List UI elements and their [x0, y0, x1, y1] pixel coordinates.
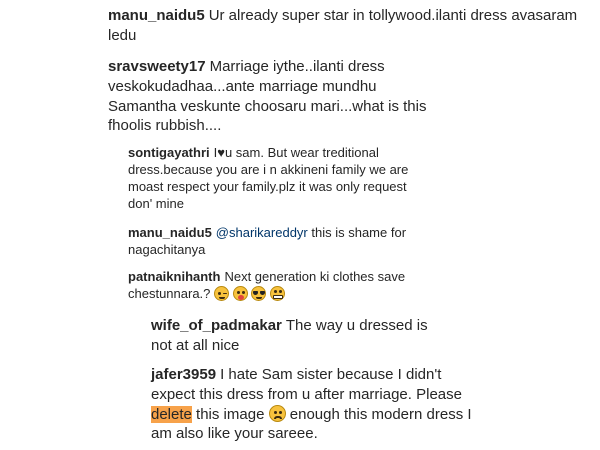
wink-emoji-icon	[214, 286, 230, 302]
tongue-emoji-icon	[232, 286, 248, 302]
comment-5: patnaiknihanth Next generation ki clothes…	[128, 268, 428, 302]
sad-emoji-icon	[268, 404, 286, 422]
comment-4: manu_naidu5 @sharikareddyr this is shame …	[128, 224, 428, 258]
comment-7: jafer3959 I hate Sam sister because I did…	[151, 365, 481, 444]
comment-username[interactable]: patnaiknihanth	[128, 269, 220, 284]
grimace-emoji-icon	[269, 286, 285, 302]
comment-6: wife_of_padmakar The way u dressed is not…	[151, 316, 451, 356]
comment-2: sravsweety17 Marriage iythe..ilanti dress…	[108, 57, 438, 136]
comment-text: this image	[196, 405, 265, 423]
mention-link[interactable]: @sharikareddyr	[216, 225, 308, 240]
comment-username[interactable]: manu_naidu5	[128, 225, 212, 240]
comment-3: sontigayathri I♥u sam. But wear tredition…	[128, 144, 418, 213]
comment-username[interactable]: sontigayathri	[128, 145, 210, 160]
heart-icon: ♥	[217, 145, 225, 160]
comment-1: manu_naidu5 Ur already super star in toll…	[108, 6, 593, 46]
sunglasses-emoji-icon	[251, 286, 267, 302]
comment-username[interactable]: manu_naidu5	[108, 7, 205, 24]
comment-username[interactable]: wife_of_padmakar	[151, 317, 282, 334]
comment-username[interactable]: jafer3959	[151, 366, 216, 383]
comment-username[interactable]: sravsweety17	[108, 58, 206, 75]
highlighted-word: delete	[151, 405, 192, 423]
